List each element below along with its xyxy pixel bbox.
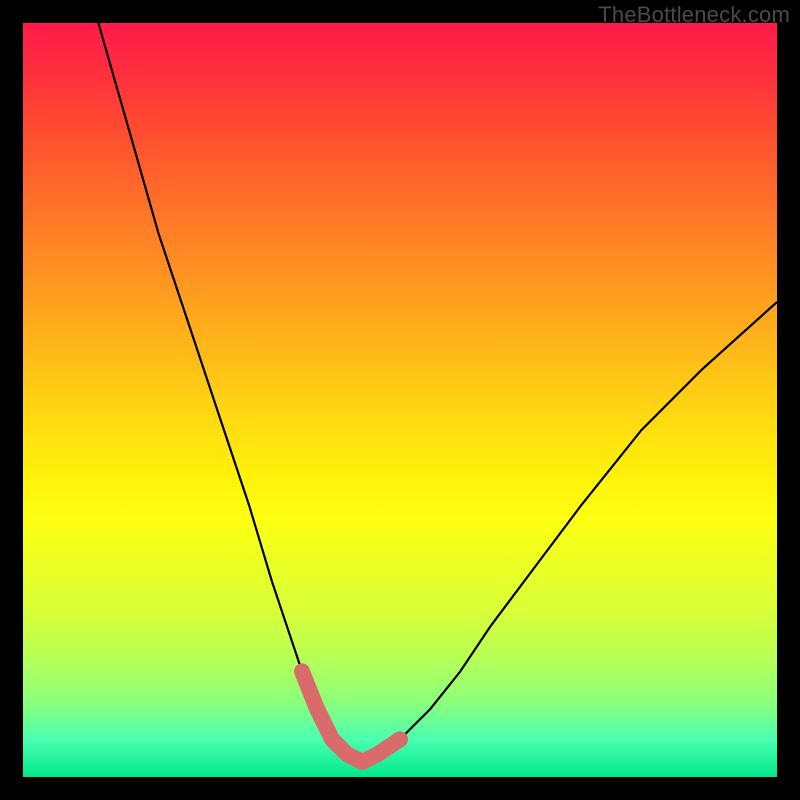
chart-frame: TheBottleneck.com xyxy=(0,0,800,800)
plot-area xyxy=(23,23,777,777)
watermark-text: TheBottleneck.com xyxy=(598,2,790,28)
bottleneck-curve xyxy=(98,23,777,762)
curve-layer xyxy=(23,23,777,777)
highlight-band xyxy=(302,671,400,762)
